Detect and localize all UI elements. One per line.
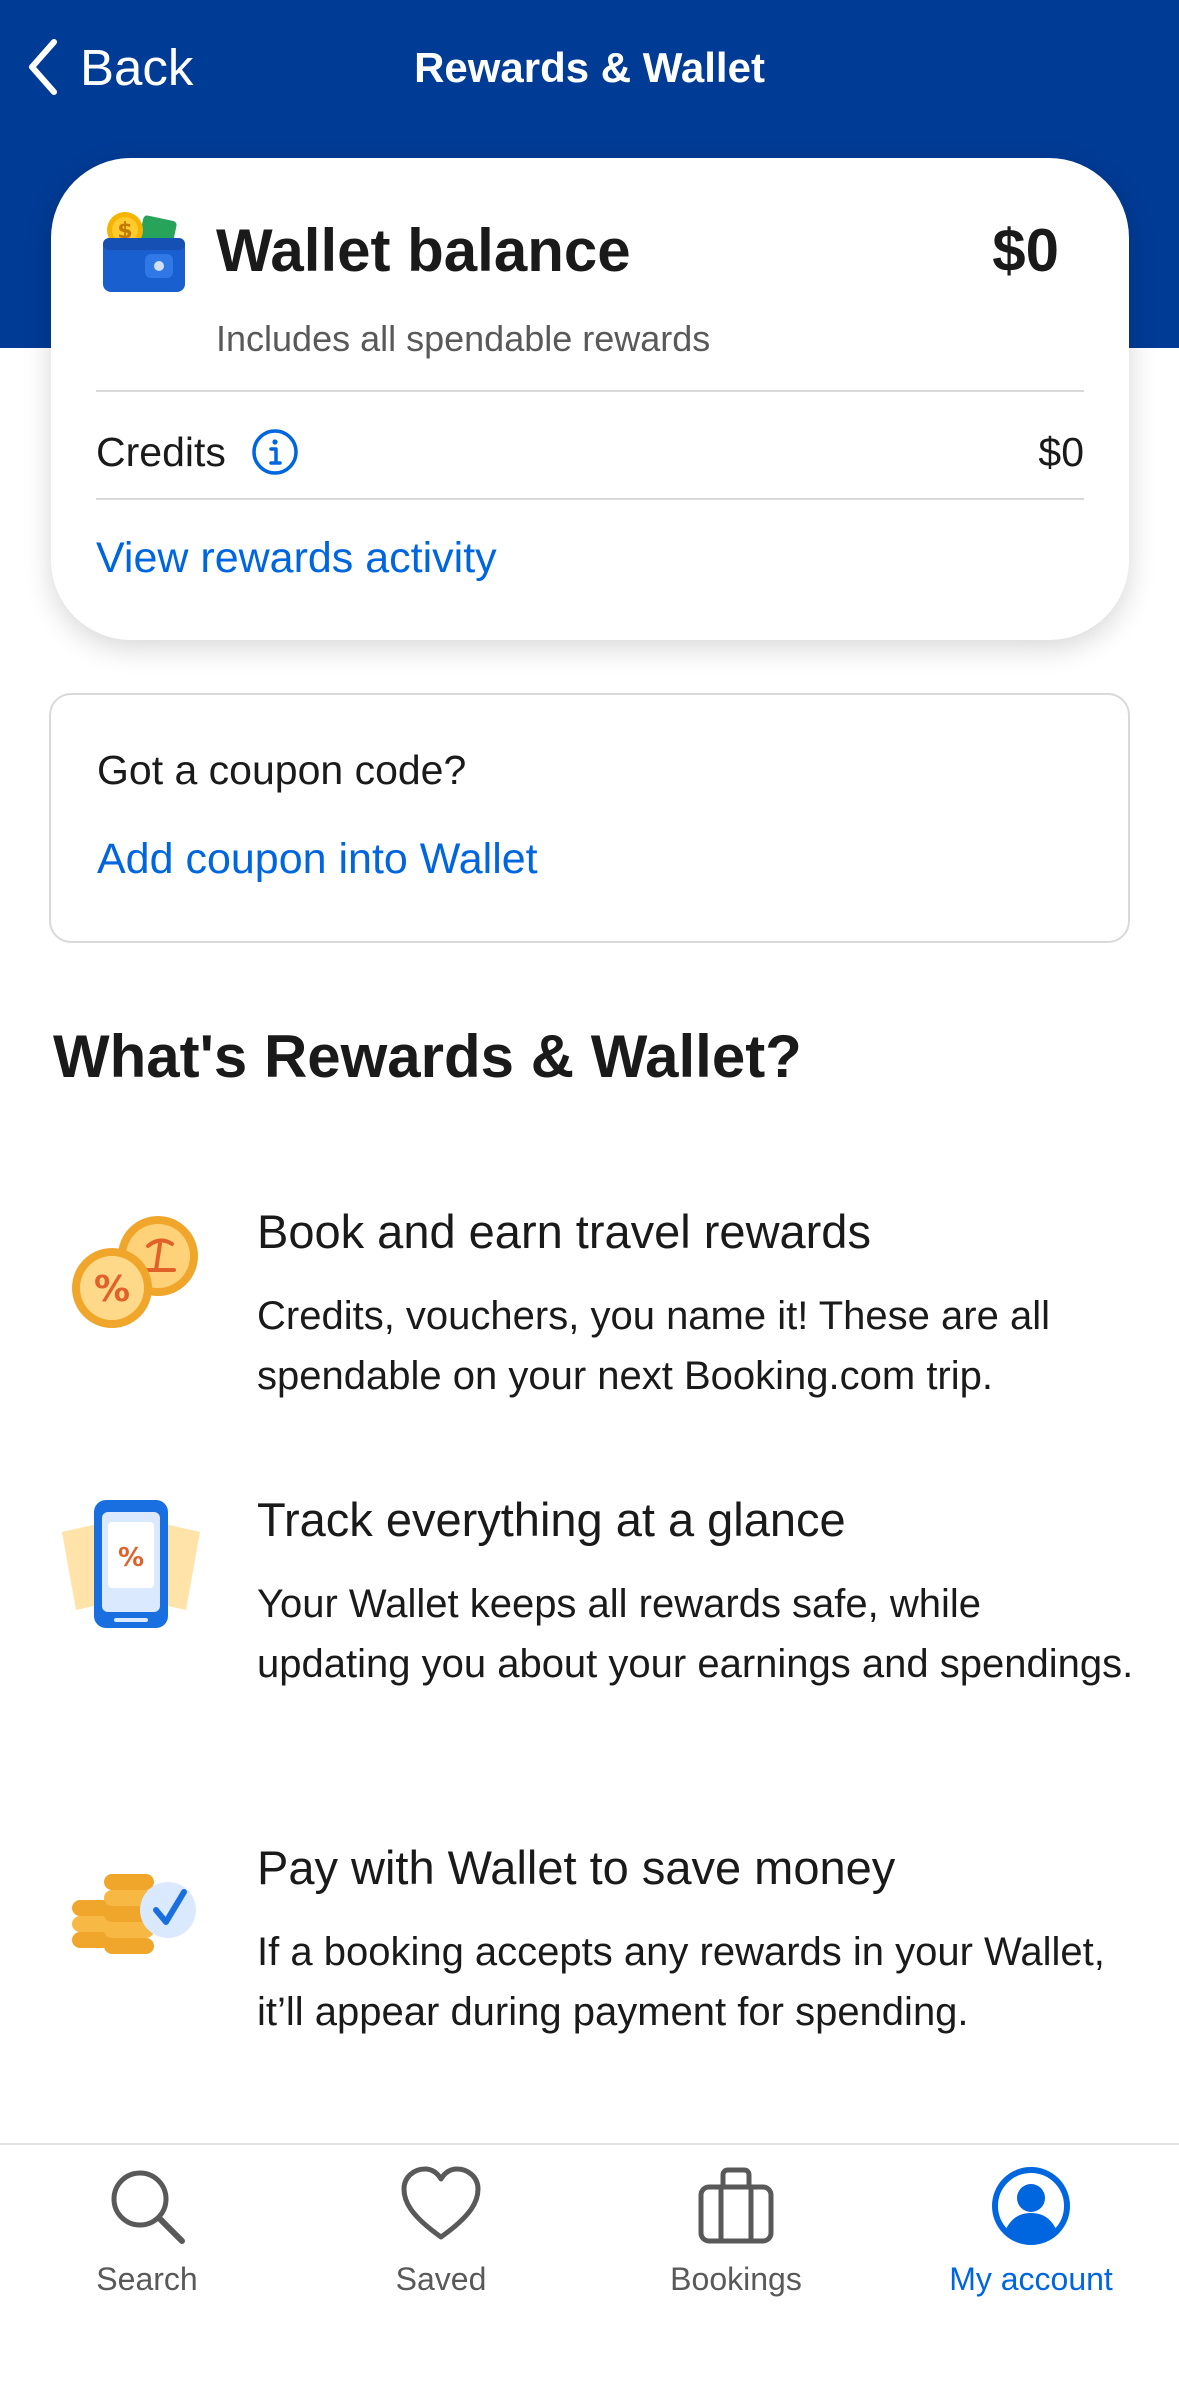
svg-text:%: % (118, 1543, 144, 1573)
tab-search[interactable]: Search (0, 2165, 294, 2298)
heart-icon (401, 2166, 481, 2240)
bottom-tab-bar: Search Saved Bookings My account (0, 2143, 1179, 2396)
feature-title: Track everything at a glance (257, 1493, 846, 1546)
add-coupon-link[interactable]: Add coupon into Wallet (97, 835, 538, 884)
feature-title: Pay with Wallet to save money (257, 1841, 896, 1894)
tab-bookings[interactable]: Bookings (589, 2165, 883, 2298)
section-heading: What's Rewards & Wallet? (53, 1023, 802, 1090)
credits-value: $0 (1038, 428, 1084, 475)
wallet-icon: $ (103, 212, 185, 292)
coins-icon: % (72, 1216, 198, 1328)
coupon-question: Got a coupon code? (97, 747, 467, 793)
wallet-balance-subtitle: Includes all spendable rewards (216, 318, 711, 359)
credits-row: Credits $0 (96, 398, 1084, 506)
info-icon[interactable] (250, 427, 300, 477)
divider (96, 390, 1084, 392)
phone-voucher-icon: % (62, 1500, 200, 1628)
account-icon (992, 2167, 1070, 2245)
tab-label: Search (96, 2261, 198, 2297)
divider (96, 498, 1084, 500)
feature-title: Book and earn travel rewards (257, 1205, 871, 1258)
tab-saved[interactable]: Saved (294, 2165, 588, 2298)
coin-stack-check-icon (72, 1874, 196, 1954)
tab-label: Bookings (670, 2261, 802, 2297)
svg-text:%: % (94, 1269, 130, 1310)
feature-description: If a booking accepts any rewards in your… (257, 1930, 1105, 2034)
suitcase-icon (698, 2167, 774, 2244)
view-rewards-activity-link[interactable]: View rewards activity (96, 534, 497, 583)
tab-label: My account (949, 2261, 1113, 2297)
wallet-balance-card: $ Wallet balance $0 Includes all spendab… (51, 158, 1129, 640)
coupon-card: Got a coupon code? Add coupon into Walle… (49, 693, 1130, 943)
credits-label: Credits (96, 428, 226, 475)
feature-description: Your Wallet keeps all rewards safe, whil… (257, 1582, 1134, 1686)
tab-my-account[interactable]: My account (884, 2165, 1178, 2298)
tab-label: Saved (395, 2261, 487, 2297)
page-title: Rewards & Wallet (414, 44, 765, 91)
feature-description: Credits, vouchers, you name it! These ar… (257, 1294, 1050, 1398)
wallet-balance-title: Wallet balance (216, 217, 631, 284)
wallet-balance-amount: $0 (992, 217, 1059, 284)
search-icon (111, 2170, 185, 2244)
